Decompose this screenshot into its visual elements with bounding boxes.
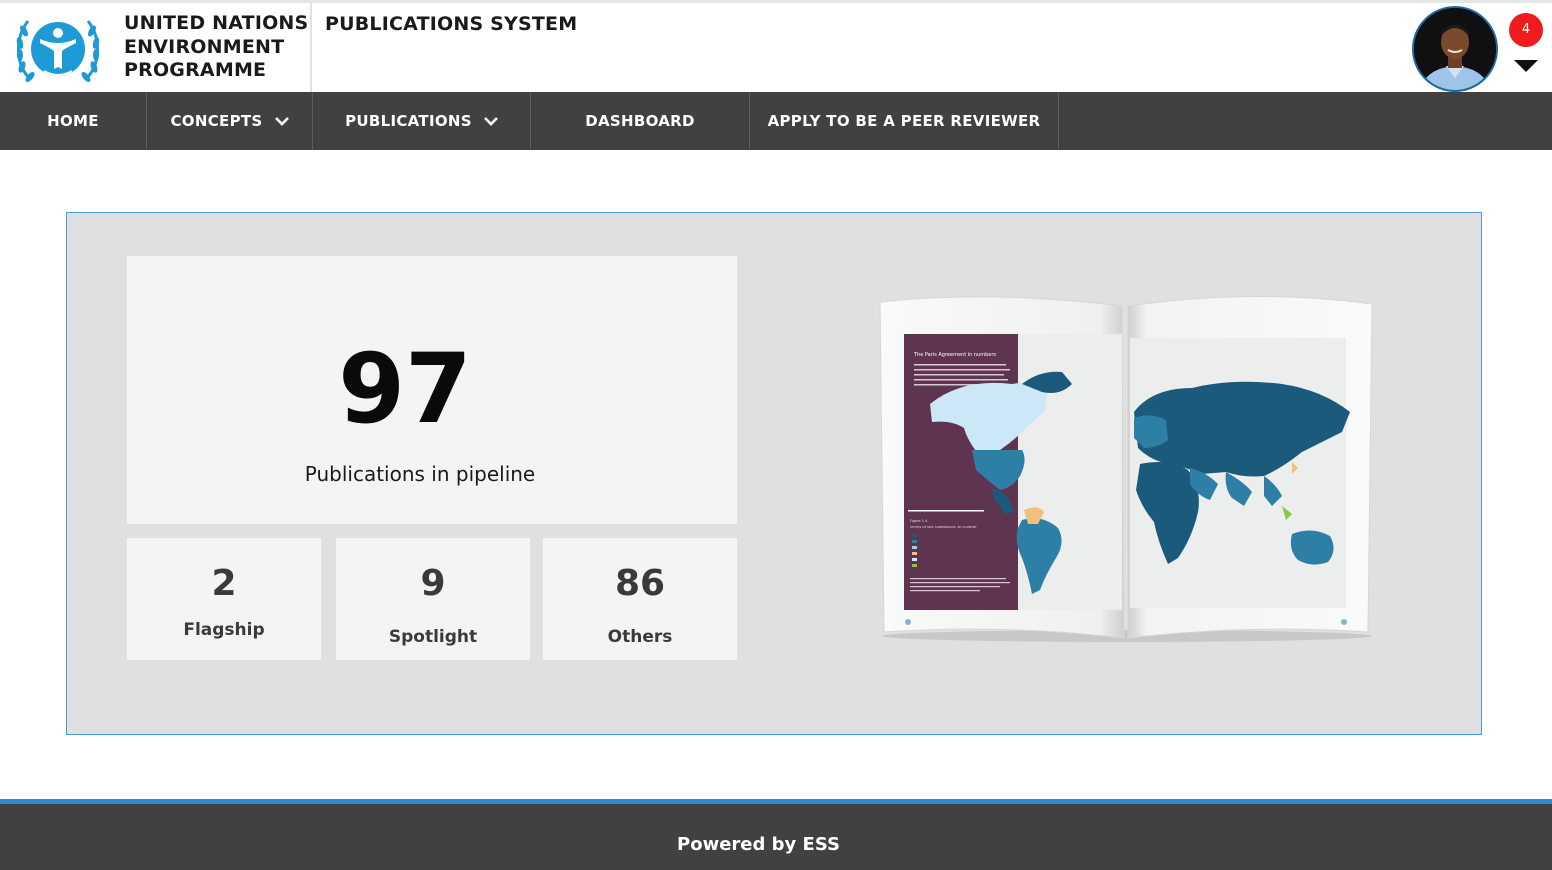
flagship-count: 2 [211, 563, 237, 604]
others-label: Others [607, 627, 673, 647]
nav-item-dashboard[interactable]: DASHBOARD [531, 92, 750, 150]
nav-item-label: CONCEPTS [170, 112, 263, 130]
open-book-world-map-image: The Paris Agreement in numbers Figure 1.… [879, 296, 1373, 642]
header-divider [310, 3, 312, 92]
page-heading: The Paris Agreement in numbers [913, 352, 996, 358]
pipeline-total-value: 97 [338, 333, 472, 445]
nav-item-label: APPLY TO BE A PEER REVIEWER [767, 112, 1041, 130]
flagship-label: Flagship [183, 620, 265, 640]
footer-credit: Powered by ESS [677, 834, 840, 855]
unep-logo-icon[interactable] [12, 9, 104, 91]
chevron-down-icon [483, 117, 498, 126]
avatar-photo-icon [1414, 8, 1496, 90]
nav-item-home[interactable]: HOME [0, 92, 147, 150]
org-name-line-2: ENVIRONMENT [124, 35, 285, 58]
user-avatar[interactable] [1412, 6, 1498, 92]
spotlight-card: 9 Spotlight [336, 538, 530, 660]
caret-down-icon[interactable] [1514, 60, 1538, 72]
nav-item-label: HOME [47, 112, 99, 130]
organization-name: UNITED NATIONS ENVIRONMENT PROGRAMME [124, 12, 308, 83]
site-footer: Powered by ESS [0, 804, 1552, 870]
chevron-down-icon [274, 117, 289, 126]
site-header: UNITED NATIONS ENVIRONMENT PROGRAMME PUB… [0, 3, 1552, 92]
pipeline-total-label: Publications in pipeline [304, 462, 536, 486]
system-title[interactable]: PUBLICATIONS SYSTEM [325, 13, 577, 35]
nav-item-label: DASHBOARD [585, 112, 695, 130]
nav-item-publications[interactable]: PUBLICATIONS [313, 92, 531, 150]
others-card: 86 Others [543, 538, 737, 660]
pipeline-total-card: 97 Publications in pipeline [127, 256, 737, 524]
notification-badge[interactable]: 4 [1509, 13, 1543, 47]
spotlight-count: 9 [420, 563, 446, 604]
org-name-line-3: PROGRAMME [124, 59, 267, 81]
figure-label: Figure 1.4 [910, 519, 928, 523]
figure-caption: STATUS OF NDC SUBMISSIONS, BY COUNTRY [910, 525, 977, 529]
org-name-line-1: UNITED NATIONS [124, 12, 309, 34]
others-count: 86 [614, 563, 666, 604]
spotlight-label: Spotlight [388, 627, 478, 647]
nav-item-peer-reviewer[interactable]: APPLY TO BE A PEER REVIEWER [750, 92, 1059, 150]
flagship-card: 2 Flagship [127, 538, 321, 660]
nav-item-concepts[interactable]: CONCEPTS [147, 92, 313, 150]
main-navigation: HOME CONCEPTS PUBLICATIONS DASHBOARD APP… [0, 92, 1552, 150]
nav-item-label: PUBLICATIONS [345, 112, 472, 130]
